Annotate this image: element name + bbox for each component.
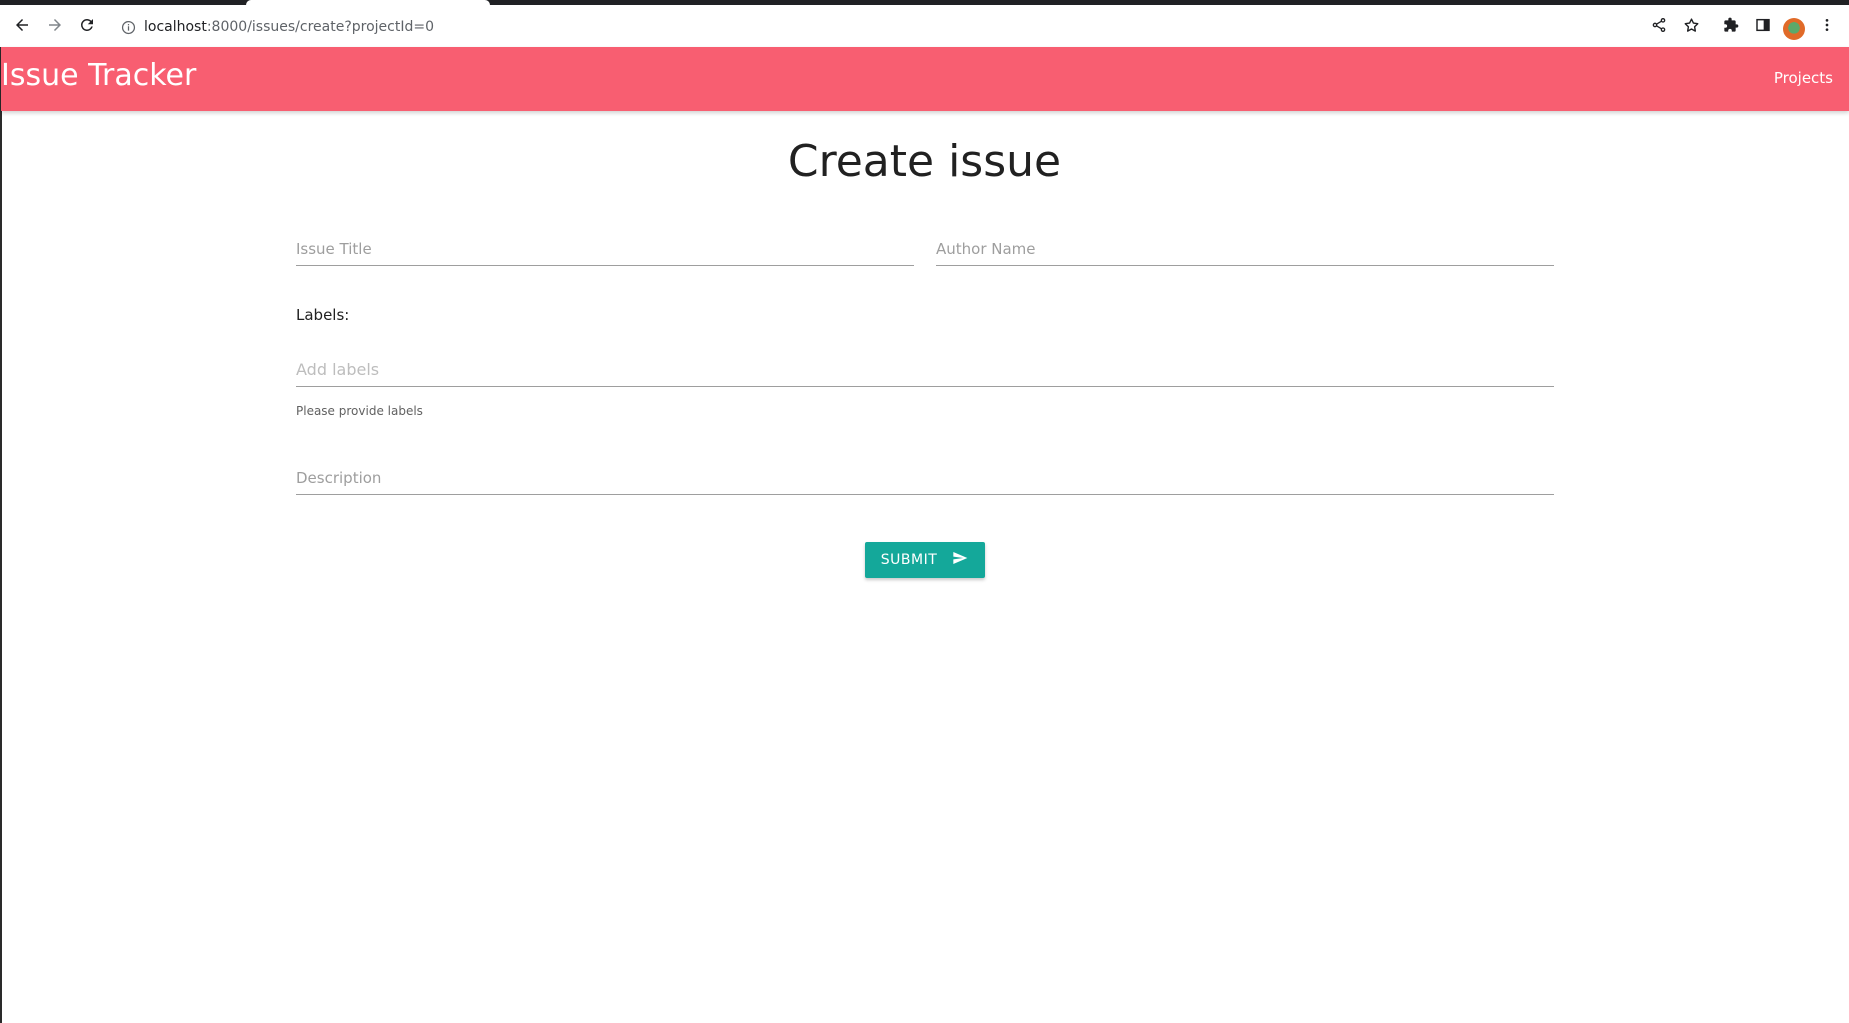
browser-toolbar: localhost:8000/issues/create?projectId=0 <box>0 5 1849 47</box>
description-field <box>296 461 1554 495</box>
share-button[interactable] <box>1644 12 1674 42</box>
labels-helper-text: Please provide labels <box>296 404 423 418</box>
issue-title-field <box>296 232 914 266</box>
side-panel-button[interactable] <box>1748 12 1778 42</box>
side-panel-icon <box>1755 17 1771 37</box>
forward-button[interactable] <box>40 12 70 42</box>
description-input[interactable] <box>296 461 1554 495</box>
browser-menu-button[interactable] <box>1812 12 1842 42</box>
labels-field <box>296 353 1554 387</box>
back-button[interactable] <box>7 12 37 42</box>
labels-heading: Labels: <box>296 306 350 324</box>
author-name-field <box>936 232 1554 266</box>
submit-button[interactable]: SUBMIT <box>865 542 985 578</box>
profile-avatar[interactable] <box>1783 18 1805 40</box>
bookmark-button[interactable] <box>1676 12 1706 42</box>
labels-input[interactable] <box>296 353 1554 387</box>
app-header: Issue Tracker Projects <box>1 47 1849 111</box>
issue-title-input[interactable] <box>296 232 914 266</box>
forward-arrow-icon <box>46 16 64 38</box>
send-icon <box>951 550 969 570</box>
kebab-menu-icon <box>1819 17 1835 37</box>
url-host: localhost <box>144 19 207 35</box>
puzzle-icon <box>1723 17 1739 37</box>
nav-projects-link[interactable]: Projects <box>1774 69 1833 87</box>
extensions-button[interactable] <box>1716 12 1746 42</box>
url-path: :8000/issues/create?projectId=0 <box>206 19 434 35</box>
back-arrow-icon <box>13 16 31 38</box>
author-name-input[interactable] <box>936 232 1554 266</box>
info-icon[interactable] <box>120 19 136 35</box>
share-icon <box>1651 17 1667 37</box>
star-icon <box>1683 17 1700 38</box>
reload-button[interactable] <box>72 12 102 42</box>
reload-icon <box>78 16 96 38</box>
submit-label: SUBMIT <box>880 552 938 568</box>
page-title: Create issue <box>787 136 1062 187</box>
brand-logo[interactable]: Issue Tracker <box>1 58 196 93</box>
address-bar[interactable]: localhost:8000/issues/create?projectId=0 <box>108 11 1708 43</box>
window-frame-edge <box>0 47 2 1023</box>
